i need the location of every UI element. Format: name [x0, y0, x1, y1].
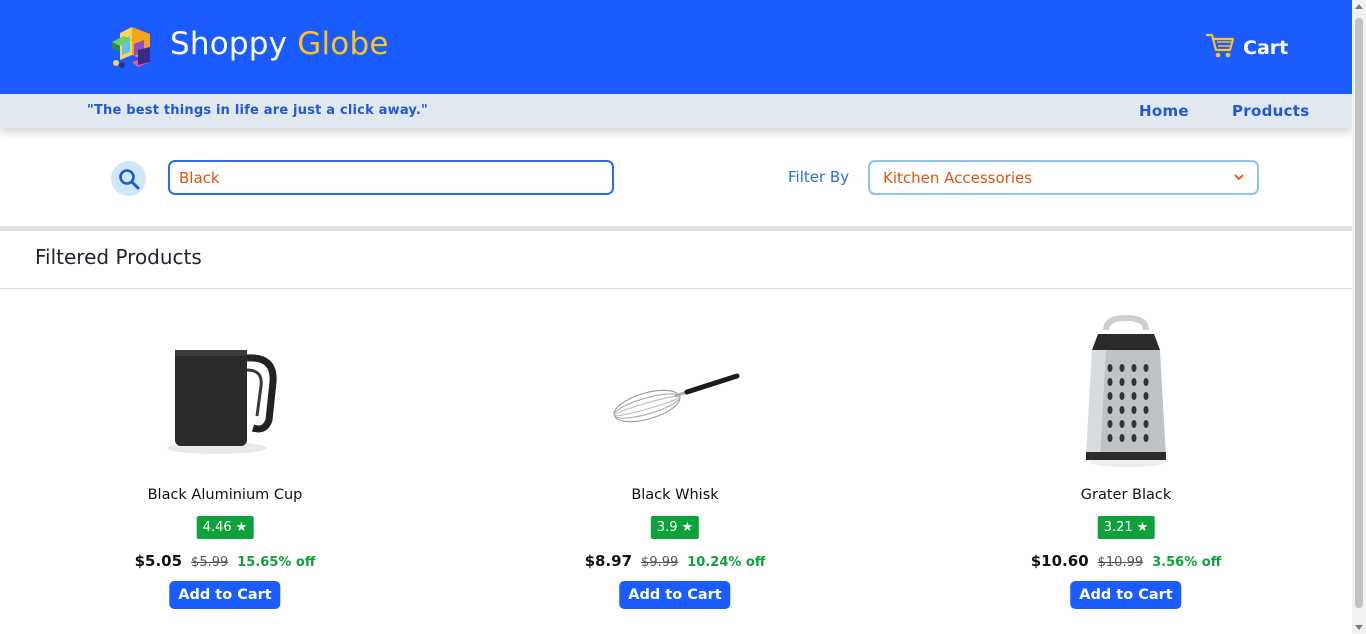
tagline: "The best things in life are just a clic…: [87, 103, 428, 118]
sub-navigation-bar: "The best things in life are just a clic…: [0, 94, 1352, 128]
product-name[interactable]: Grater Black: [976, 487, 1276, 503]
product-card[interactable]: Black Aluminium Cup 4.46 ★ $5.05 $5.99 1…: [75, 305, 375, 615]
product-card[interactable]: Grater Black 3.21 ★ $10.60 $10.99 3.56% …: [976, 305, 1276, 615]
divider: [0, 288, 1352, 289]
star-icon: ★: [235, 520, 248, 535]
price: $8.97: [584, 552, 633, 570]
product-name[interactable]: Black Aluminium Cup: [75, 487, 375, 503]
rating-value: 3.9: [656, 520, 678, 535]
nav-home-link[interactable]: Home: [1139, 102, 1189, 120]
grater-icon[interactable]: [1041, 305, 1211, 475]
chevron-down-icon: [1234, 171, 1244, 184]
discount: 15.65% off: [237, 555, 316, 570]
mug-icon[interactable]: [140, 305, 310, 475]
rating-value: 3.21: [1103, 520, 1133, 535]
star-icon: ★: [1136, 520, 1149, 535]
scrollbar-thumb[interactable]: [1355, 18, 1363, 608]
price: $10.60: [1030, 552, 1089, 570]
scroll-down-arrow-icon[interactable]: [1355, 625, 1363, 630]
add-to-cart-button[interactable]: Add to Cart: [619, 581, 731, 609]
filter-label: Filter By: [788, 168, 850, 186]
rating-badge: 3.21 ★: [1097, 516, 1155, 539]
cart-icon: [1205, 32, 1235, 64]
product-card[interactable]: Black Whisk 3.9 ★ $8.97 $9.99 10.24% off…: [525, 305, 825, 615]
rating-badge: 3.9 ★: [650, 516, 700, 539]
shoppy-globe-logo[interactable]: [110, 22, 160, 72]
search-input[interactable]: [168, 160, 614, 195]
product-name[interactable]: Black Whisk: [525, 487, 825, 503]
cart-button[interactable]: Cart: [1205, 32, 1289, 64]
category-filter-select[interactable]: Kitchen Accessories: [868, 160, 1259, 195]
cart-label: Cart: [1243, 37, 1289, 59]
price-row: $10.60 $10.99 3.56% off: [976, 552, 1276, 570]
section-title: Filtered Products: [35, 245, 202, 269]
vertical-scrollbar[interactable]: [1352, 0, 1366, 634]
scroll-up-arrow-icon[interactable]: [1355, 4, 1363, 9]
rating-badge: 4.46 ★: [196, 516, 254, 539]
site-header: Shoppy Globe Cart: [0, 0, 1352, 94]
nav-products-link[interactable]: Products: [1232, 102, 1310, 120]
discount: 10.24% off: [687, 555, 766, 570]
divider: [0, 226, 1352, 231]
original-price: $9.99: [641, 555, 679, 570]
price: $5.05: [134, 552, 183, 570]
filter-selected-value: Kitchen Accessories: [883, 168, 1033, 187]
original-price: $5.99: [191, 555, 229, 570]
original-price: $10.99: [1097, 555, 1144, 570]
star-icon: ★: [681, 520, 694, 535]
brand-primary: Shoppy: [170, 26, 288, 62]
brand-accent: Globe: [297, 26, 389, 62]
price-row: $8.97 $9.99 10.24% off: [525, 552, 825, 570]
price-row: $5.05 $5.99 15.65% off: [75, 552, 375, 570]
add-to-cart-button[interactable]: Add to Cart: [169, 581, 281, 609]
brand-name[interactable]: Shoppy Globe: [170, 26, 389, 62]
whisk-icon[interactable]: [590, 305, 760, 475]
rating-value: 4.46: [202, 520, 232, 535]
discount: 3.56% off: [1152, 555, 1222, 570]
search-icon[interactable]: [111, 161, 146, 196]
add-to-cart-button[interactable]: Add to Cart: [1070, 581, 1182, 609]
